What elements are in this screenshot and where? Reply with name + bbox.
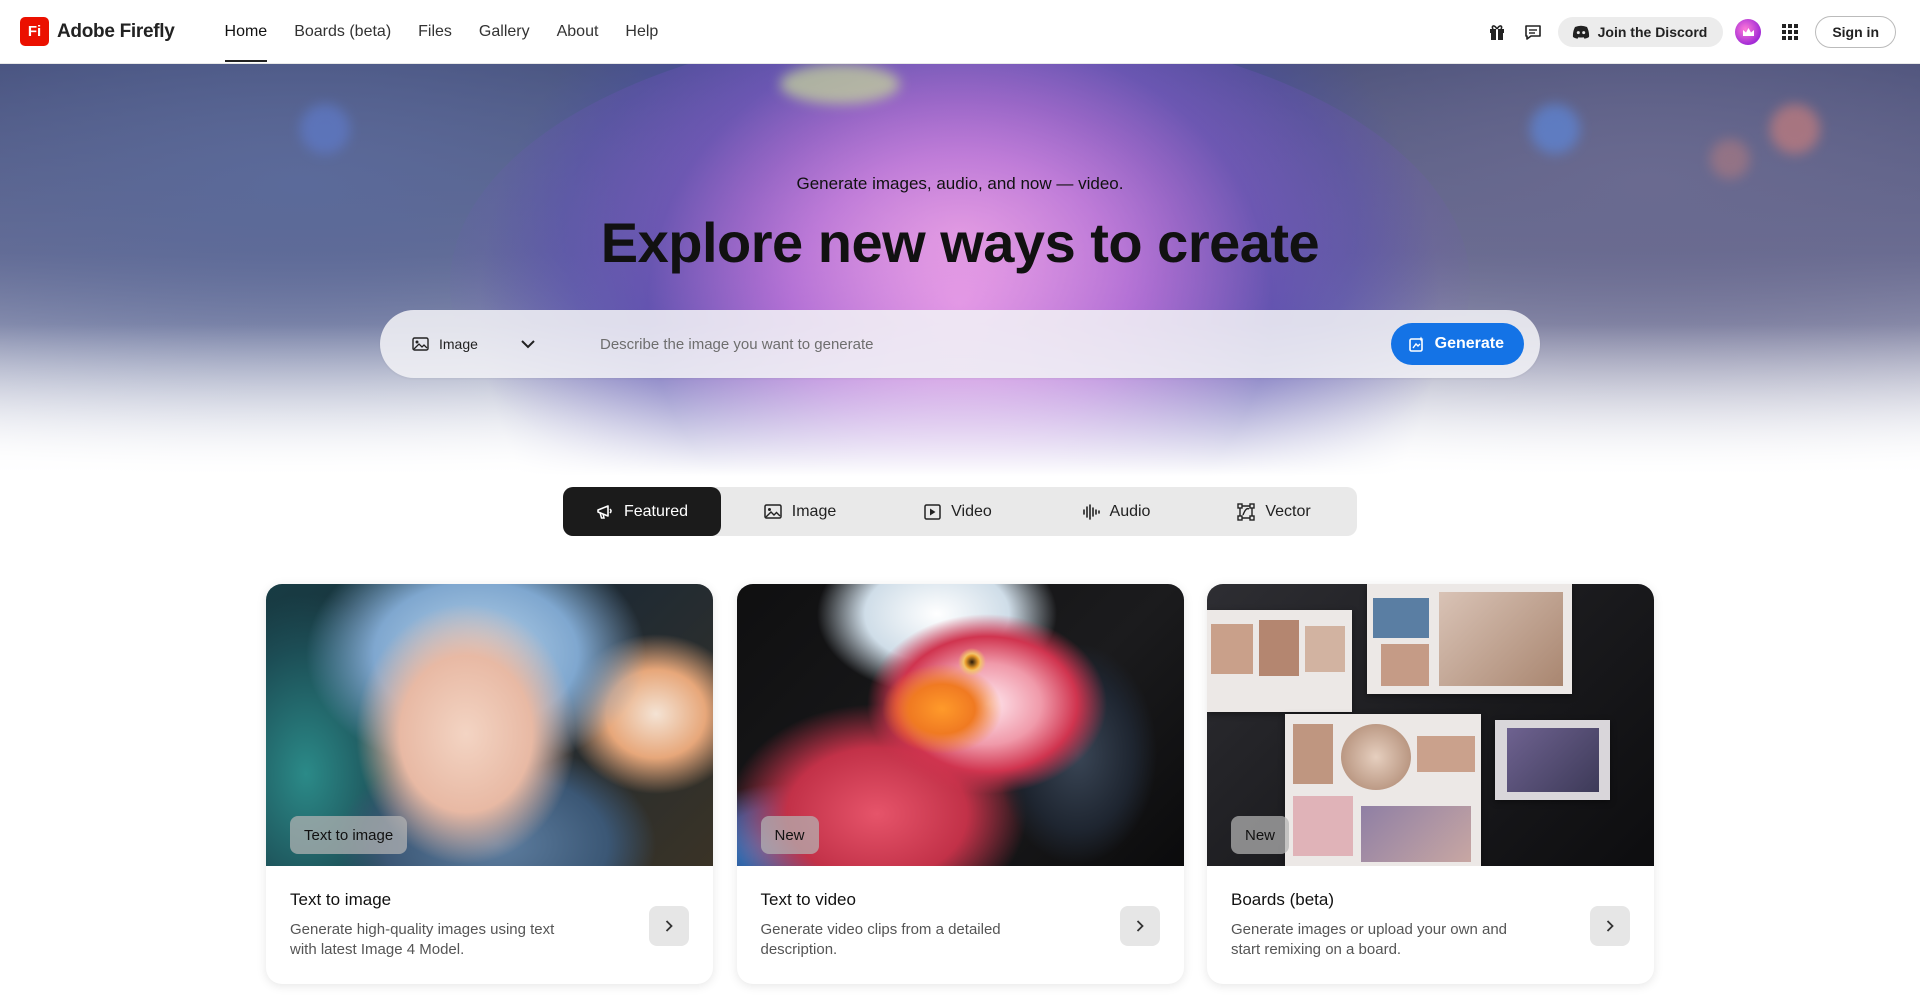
- image-icon: [764, 504, 782, 519]
- brand[interactable]: Fi Adobe Firefly: [20, 17, 175, 46]
- nav-item-files[interactable]: Files: [418, 0, 452, 64]
- generate-label: Generate: [1434, 335, 1504, 352]
- card-badge: New: [1231, 816, 1290, 854]
- tab-audio[interactable]: Audio: [1037, 487, 1195, 536]
- card-image: New: [736, 584, 1184, 866]
- moodboard-photo: [1259, 620, 1299, 676]
- moodboard-photo: [1417, 736, 1475, 772]
- tab-featured[interactable]: Featured: [563, 487, 721, 536]
- chevron-right-icon: [1606, 920, 1614, 932]
- tab-featured-label: Featured: [623, 502, 689, 520]
- moodboard-photo: [1341, 724, 1411, 790]
- card-title: Boards (beta): [1231, 890, 1334, 909]
- chevron-down-icon: [521, 339, 535, 348]
- moodboard-photo: [1381, 644, 1429, 686]
- hero-banner: Generate images, audio, and now — video.…: [0, 64, 1920, 484]
- vector-icon: [1237, 502, 1256, 521]
- generate-button[interactable]: Generate: [1390, 323, 1524, 365]
- firefly-logo-icon: Fi: [20, 17, 49, 46]
- card-title: Text to image: [290, 890, 392, 909]
- top-navigation-bar: Fi Adobe Firefly Home Boards (beta) File…: [0, 0, 1920, 64]
- join-discord-button[interactable]: Join the Discord: [1557, 17, 1724, 47]
- tab-image[interactable]: Image: [721, 487, 879, 536]
- moodboard-photo: [1293, 724, 1333, 784]
- tab-vector[interactable]: Vector: [1195, 487, 1353, 536]
- hero-bokeh-decoration: [1710, 139, 1750, 179]
- card-arrow-button[interactable]: [1119, 906, 1160, 946]
- hero-bokeh-decoration: [780, 64, 900, 104]
- hero-title: Explore new ways to create: [600, 211, 1320, 274]
- nav-item-boards[interactable]: Boards (beta): [294, 0, 391, 64]
- crown-icon: [1742, 27, 1754, 36]
- card-arrow-button[interactable]: [649, 906, 689, 946]
- tab-video-label: Video: [951, 502, 992, 520]
- hero-bokeh-decoration: [300, 104, 350, 154]
- brand-name: Adobe Firefly: [57, 20, 175, 42]
- card-title: Text to video: [760, 890, 856, 909]
- moodboard-photo: [1439, 592, 1563, 686]
- image-icon: [412, 337, 429, 351]
- avatar[interactable]: [1735, 19, 1762, 45]
- moodboard-panel: [1367, 584, 1572, 694]
- card-text-to-image[interactable]: Text to image Text to image Generate hig…: [266, 584, 713, 984]
- apps-grid-icon[interactable]: [1775, 17, 1805, 47]
- card-badge: Text to image: [290, 816, 408, 854]
- main-nav: Home Boards (beta) Files Gallery About H…: [224, 0, 686, 64]
- hero-bokeh-decoration: [1530, 104, 1580, 154]
- prompt-bar: Image Generate: [380, 310, 1540, 378]
- tab-vector-label: Vector: [1265, 502, 1311, 520]
- waveform-icon: [1082, 503, 1100, 520]
- nav-item-gallery[interactable]: Gallery: [479, 0, 530, 64]
- generation-type-select[interactable]: Image: [412, 336, 572, 352]
- megaphone-icon: [597, 504, 612, 519]
- moodboard-photo: [1305, 626, 1345, 672]
- card-arrow-button[interactable]: [1590, 906, 1630, 946]
- moodboard-panel: [1285, 714, 1481, 866]
- hero-subtitle: Generate images, audio, and now — video.: [796, 174, 1124, 193]
- chevron-right-icon: [665, 920, 673, 932]
- hero-bokeh-decoration: [1770, 104, 1820, 154]
- tab-video[interactable]: Video: [879, 487, 1037, 536]
- moodboard-photo: [1507, 728, 1599, 792]
- moodboard-photo: [1211, 624, 1253, 674]
- chevron-right-icon: [1136, 920, 1144, 932]
- card-badge: New: [760, 816, 819, 854]
- tab-image-label: Image: [791, 502, 837, 520]
- category-tabs: Featured Image Video Audio Vector: [563, 487, 1357, 536]
- generation-type-value: Image: [439, 336, 478, 352]
- generate-icon: [1408, 336, 1424, 352]
- card-image: New: [1207, 584, 1654, 866]
- nav-item-help[interactable]: Help: [625, 0, 658, 64]
- card-description: Generate high-quality images using text …: [290, 921, 555, 958]
- tab-audio-label: Audio: [1109, 502, 1151, 520]
- card-text-to-video[interactable]: New Text to video Generate video clips f…: [736, 584, 1184, 984]
- sign-in-button[interactable]: Sign in: [1815, 16, 1896, 48]
- card-boards[interactable]: New Boards (beta) Generate images or upl…: [1207, 584, 1654, 984]
- moodboard-photo: [1361, 806, 1471, 862]
- feature-cards: Text to image Text to image Generate hig…: [266, 584, 1654, 984]
- nav-item-home[interactable]: Home: [224, 0, 267, 64]
- join-discord-label: Join the Discord: [1597, 24, 1708, 40]
- moodboard-photo: [1293, 796, 1353, 856]
- prompt-input[interactable]: [600, 324, 1391, 364]
- nav-item-about[interactable]: About: [557, 0, 599, 64]
- card-description: Generate video clips from a detailed des…: [760, 921, 1001, 958]
- moodboard-photo: [1373, 598, 1429, 638]
- chat-bubble-icon[interactable]: [1518, 17, 1548, 47]
- header-actions: Join the Discord Sign in: [1476, 0, 1896, 64]
- moodboard-panel: [1495, 720, 1610, 800]
- video-icon: [924, 503, 941, 520]
- moodboard-panel: [1207, 610, 1352, 712]
- card-description: Generate images or upload your own and s…: [1231, 921, 1508, 958]
- discord-icon: [1572, 25, 1589, 39]
- card-image: Text to image: [266, 584, 713, 866]
- gift-icon[interactable]: [1482, 17, 1512, 47]
